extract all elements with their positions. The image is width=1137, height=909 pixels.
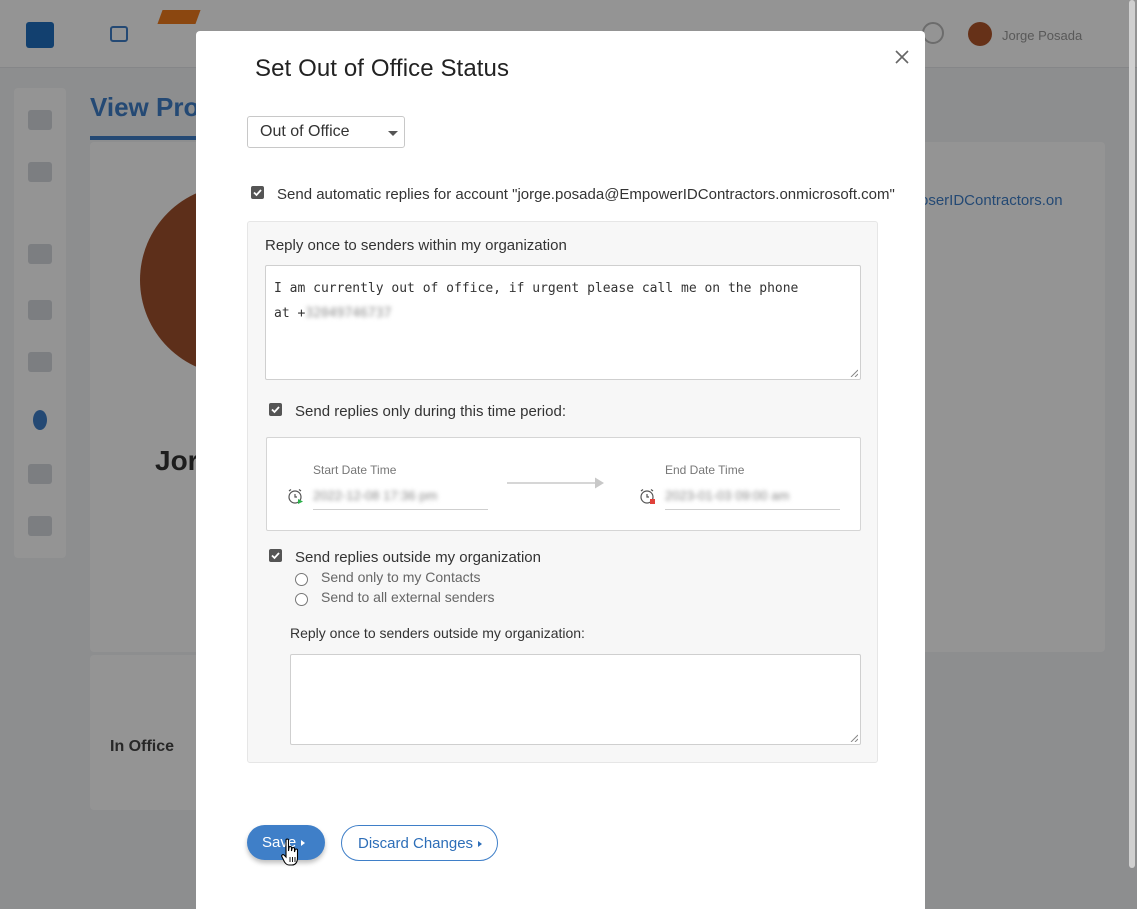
date-range-box: Start Date Time 2022-12-08 17:36 pm End … [266,437,861,531]
page-scrollbar[interactable] [1129,0,1135,868]
caret-right-icon [478,841,483,847]
radio-all-external-label: Send to all external senders [321,589,495,605]
caret-right-icon [301,840,306,846]
close-button[interactable] [893,48,911,66]
chevron-down-icon [388,131,398,136]
start-date-value[interactable]: 2022-12-08 17:36 pm [313,488,437,503]
close-icon [895,50,909,64]
alarm-clock-end-icon [640,489,655,504]
checkmark-icon [271,552,280,560]
checkmark-icon [271,406,280,414]
start-date-underline [313,509,488,510]
status-select[interactable]: Out of Office [247,116,405,148]
end-date-value[interactable]: 2023-01-03 09:00 am [665,488,789,503]
alarm-clock-start-icon [288,489,303,504]
start-date-label: Start Date Time [313,463,397,477]
dialog-title: Set Out of Office Status [255,55,510,82]
auto-reply-label: Send automatic replies for account "jorg… [277,186,895,203]
reply-settings-panel: Reply once to senders within my organiza… [247,221,878,763]
resize-handle-icon[interactable] [850,369,858,377]
external-reply-checkbox[interactable] [269,549,282,562]
radio-contacts-only-label: Send only to my Contacts [321,569,481,585]
auto-reply-checkbox[interactable] [251,186,264,199]
checkmark-icon [253,189,262,197]
end-date-underline [665,509,840,510]
time-period-checkbox[interactable] [269,403,282,416]
time-period-label: Send replies only during this time perio… [295,403,566,420]
discard-changes-button[interactable]: Discard Changes [341,825,498,861]
hand-pointer-cursor-icon [281,838,299,866]
out-of-office-dialog: Set Out of Office Status Out of Office S… [196,31,925,909]
redacted-phone-number: 32049746737 [305,306,392,321]
arrow-right-icon [507,477,604,489]
external-reply-label: Send replies outside my organization [295,549,541,566]
internal-reply-label: Reply once to senders within my organiza… [265,237,567,254]
external-reply-message-label: Reply once to senders outside my organiz… [290,625,585,641]
discard-button-label: Discard Changes [358,835,474,852]
radio-all-external[interactable] [295,593,308,606]
internal-reply-textarea[interactable]: I am currently out of office, if urgent … [265,265,861,380]
resize-handle-icon[interactable] [850,734,858,742]
radio-contacts-only[interactable] [295,573,308,586]
end-date-label: End Date Time [665,463,745,477]
external-reply-textarea[interactable] [290,654,861,745]
status-select-value: Out of Office [260,123,350,140]
